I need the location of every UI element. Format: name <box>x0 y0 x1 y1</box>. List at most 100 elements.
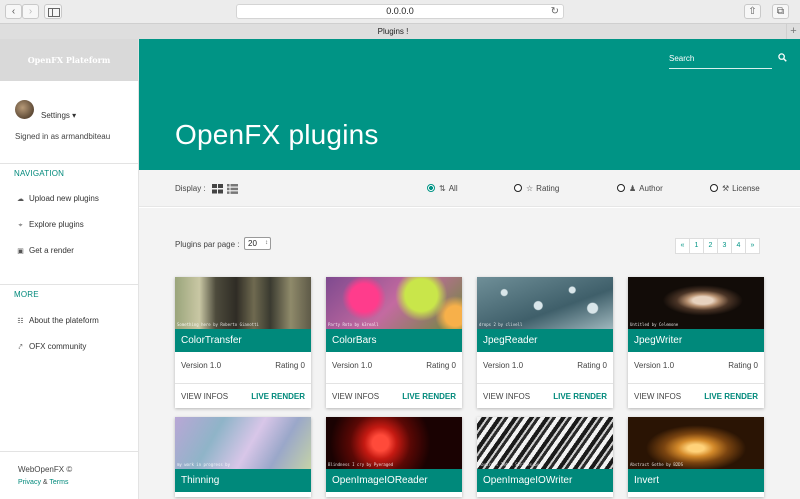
tab-plugins[interactable]: Plugins ! <box>0 24 786 39</box>
pagination-page-2[interactable]: 2 <box>703 238 718 254</box>
sidebar-toggle-icon[interactable] <box>44 4 62 19</box>
pagination-page-1[interactable]: 1 <box>689 238 704 254</box>
divider <box>326 383 462 384</box>
plugin-thumbnail[interactable]: Something here by Roberto Gianotti <box>175 277 311 329</box>
sidebar-item-about[interactable]: ☷ About the plateform <box>16 316 99 325</box>
plugin-rating: Rating 0 <box>728 361 758 370</box>
terms-link[interactable]: Terms <box>49 479 68 486</box>
sidebar-item-community[interactable]: ⤤ OFX community <box>16 342 87 352</box>
plugin-thumbnail[interactable]: Abstract Zebra Stripes by <box>477 417 613 469</box>
browser-toolbar: ‹ › 0.0.0.0 ↻ ⇧ ⧉ <box>0 0 800 23</box>
address-bar[interactable]: 0.0.0.0 ↻ <box>236 4 564 19</box>
search-icon[interactable] <box>778 53 787 62</box>
plugin-name[interactable]: OpenImageIOWriter <box>477 469 613 492</box>
sidebar-item-label: Explore plugins <box>29 220 84 229</box>
settings-dropdown[interactable]: Settings ▾ <box>41 111 76 120</box>
plugin-thumbnail[interactable]: Blindness I cry by Pyeraged <box>326 417 462 469</box>
new-tab-button[interactable]: + <box>786 24 800 39</box>
tabs-overview-icon[interactable]: ⧉ <box>772 4 789 19</box>
divider <box>628 383 764 384</box>
brand-title[interactable]: OpenFX Plateform <box>0 39 138 81</box>
plugin-card: Something here by Roberto Gianotti Color… <box>175 277 311 408</box>
thumbnail-caption: Abstract Gothe by B2DS <box>630 462 683 467</box>
thumbnail-caption: Blindness I cry by Pyeraged <box>328 462 394 467</box>
filter-license[interactable]: ⚒ License <box>710 184 760 193</box>
pagination-next[interactable]: » <box>745 238 760 254</box>
live-render-button[interactable]: LIVE RENDER <box>251 392 305 401</box>
forward-icon[interactable]: › <box>22 4 39 19</box>
share-icon[interactable]: ⇧ <box>744 4 761 19</box>
divider <box>175 383 311 384</box>
gavel-icon: ⚒ <box>722 184 730 193</box>
view-infos-button[interactable]: VIEW INFOS <box>181 392 228 401</box>
sitemap-icon: ☷ <box>17 318 24 325</box>
select-arrows-icon: ↕ <box>265 240 268 246</box>
divider <box>0 284 138 285</box>
page-header: Search OpenFX plugins <box>139 39 800 170</box>
pagination: « 1 2 3 4 » <box>675 238 760 254</box>
thumbnail-caption: Something here by Roberto Gianotti <box>177 322 259 327</box>
plugin-name[interactable]: ColorTransfer <box>175 329 311 352</box>
pagination-prev[interactable]: « <box>675 238 690 254</box>
pagination-page-3[interactable]: 3 <box>717 238 732 254</box>
filter-all[interactable]: ⇅ All <box>427 184 458 193</box>
filter-label: All <box>448 184 458 193</box>
plugin-version: Version 1.0 <box>634 361 675 370</box>
plugin-card: Untitled by Celemone JpegWriter Version … <box>628 277 764 408</box>
signed-in-text: Signed in as armandbiteau <box>15 132 111 141</box>
live-render-button[interactable]: LIVE RENDER <box>553 392 607 401</box>
plugin-card: my work in progress by Thinning <box>175 417 311 497</box>
list-view-icon[interactable] <box>227 184 238 194</box>
plugin-name[interactable]: OpenImageIOReader <box>326 469 462 492</box>
thumbnail-caption: drops 2 by clivell <box>479 322 523 327</box>
plugin-name[interactable]: JpegWriter <box>628 329 764 352</box>
per-page-select[interactable]: 20 ↕ <box>244 237 271 250</box>
reload-icon[interactable]: ↻ <box>551 5 559 18</box>
live-render-button[interactable]: LIVE RENDER <box>704 392 758 401</box>
plugin-card: Blindness I cry by Pyeraged OpenImageIOR… <box>326 417 462 497</box>
footer-links: Privacy & Terms <box>18 479 68 486</box>
plugin-thumbnail[interactable]: drops 2 by clivell <box>477 277 613 329</box>
view-infos-button[interactable]: VIEW INFOS <box>634 392 681 401</box>
thumbnail-caption: Abstract Zebra Stripes by <box>479 462 540 467</box>
plugin-version: Version 1.0 <box>483 361 524 370</box>
person-icon: ♟ <box>629 184 637 193</box>
star-icon: ☆ <box>526 184 534 193</box>
plugin-card: Party Roto by k3reall ColorBars Version … <box>326 277 462 408</box>
search-input[interactable]: Search <box>669 51 772 69</box>
plugin-card: Abstract Gothe by B2DS Invert <box>628 417 764 497</box>
plugins-grid-area: Plugins par page : 20 ↕ « 1 2 3 4 » Some… <box>139 208 800 499</box>
radio-icon <box>514 184 522 192</box>
view-infos-button[interactable]: VIEW INFOS <box>483 392 530 401</box>
sidebar-item-render[interactable]: ▣ Get a render <box>16 246 74 255</box>
live-render-button[interactable]: LIVE RENDER <box>402 392 456 401</box>
filter-author[interactable]: ♟ Author <box>617 184 663 193</box>
sidebar-item-label: About the plateform <box>29 316 99 325</box>
display-label: Display : <box>175 184 206 193</box>
back-icon[interactable]: ‹ <box>5 4 22 19</box>
plugin-name[interactable]: Thinning <box>175 469 311 492</box>
divider <box>0 163 138 164</box>
sidebar-item-explore[interactable]: ⌖ Explore plugins <box>16 220 84 230</box>
filter-label: License <box>732 184 760 193</box>
per-page-value: 20 <box>248 239 257 248</box>
divider <box>477 383 613 384</box>
plugin-card: Abstract Zebra Stripes by OpenImageIOWri… <box>477 417 613 497</box>
filter-rating[interactable]: ☆ Rating <box>514 184 559 193</box>
plugin-thumbnail[interactable]: Party Roto by k3reall <box>326 277 462 329</box>
plugin-name[interactable]: ColorBars <box>326 329 462 352</box>
sidebar-item-upload[interactable]: ☁ Upload new plugins <box>16 194 99 203</box>
plugin-thumbnail[interactable]: my work in progress by <box>175 417 311 469</box>
tab-bar: Plugins ! + <box>0 23 800 39</box>
plugin-thumbnail[interactable]: Untitled by Celemone <box>628 277 764 329</box>
radio-selected-icon <box>427 184 435 192</box>
plugin-name[interactable]: JpegReader <box>477 329 613 352</box>
privacy-link[interactable]: Privacy <box>18 479 41 486</box>
plugin-thumbnail[interactable]: Abstract Gothe by B2DS <box>628 417 764 469</box>
plugin-name[interactable]: Invert <box>628 469 764 492</box>
crop-icon: ⌖ <box>18 222 23 229</box>
view-infos-button[interactable]: VIEW INFOS <box>332 392 379 401</box>
pagination-page-4[interactable]: 4 <box>731 238 746 254</box>
grid-view-icon[interactable] <box>212 184 223 194</box>
plugin-rating: Rating 0 <box>426 361 456 370</box>
